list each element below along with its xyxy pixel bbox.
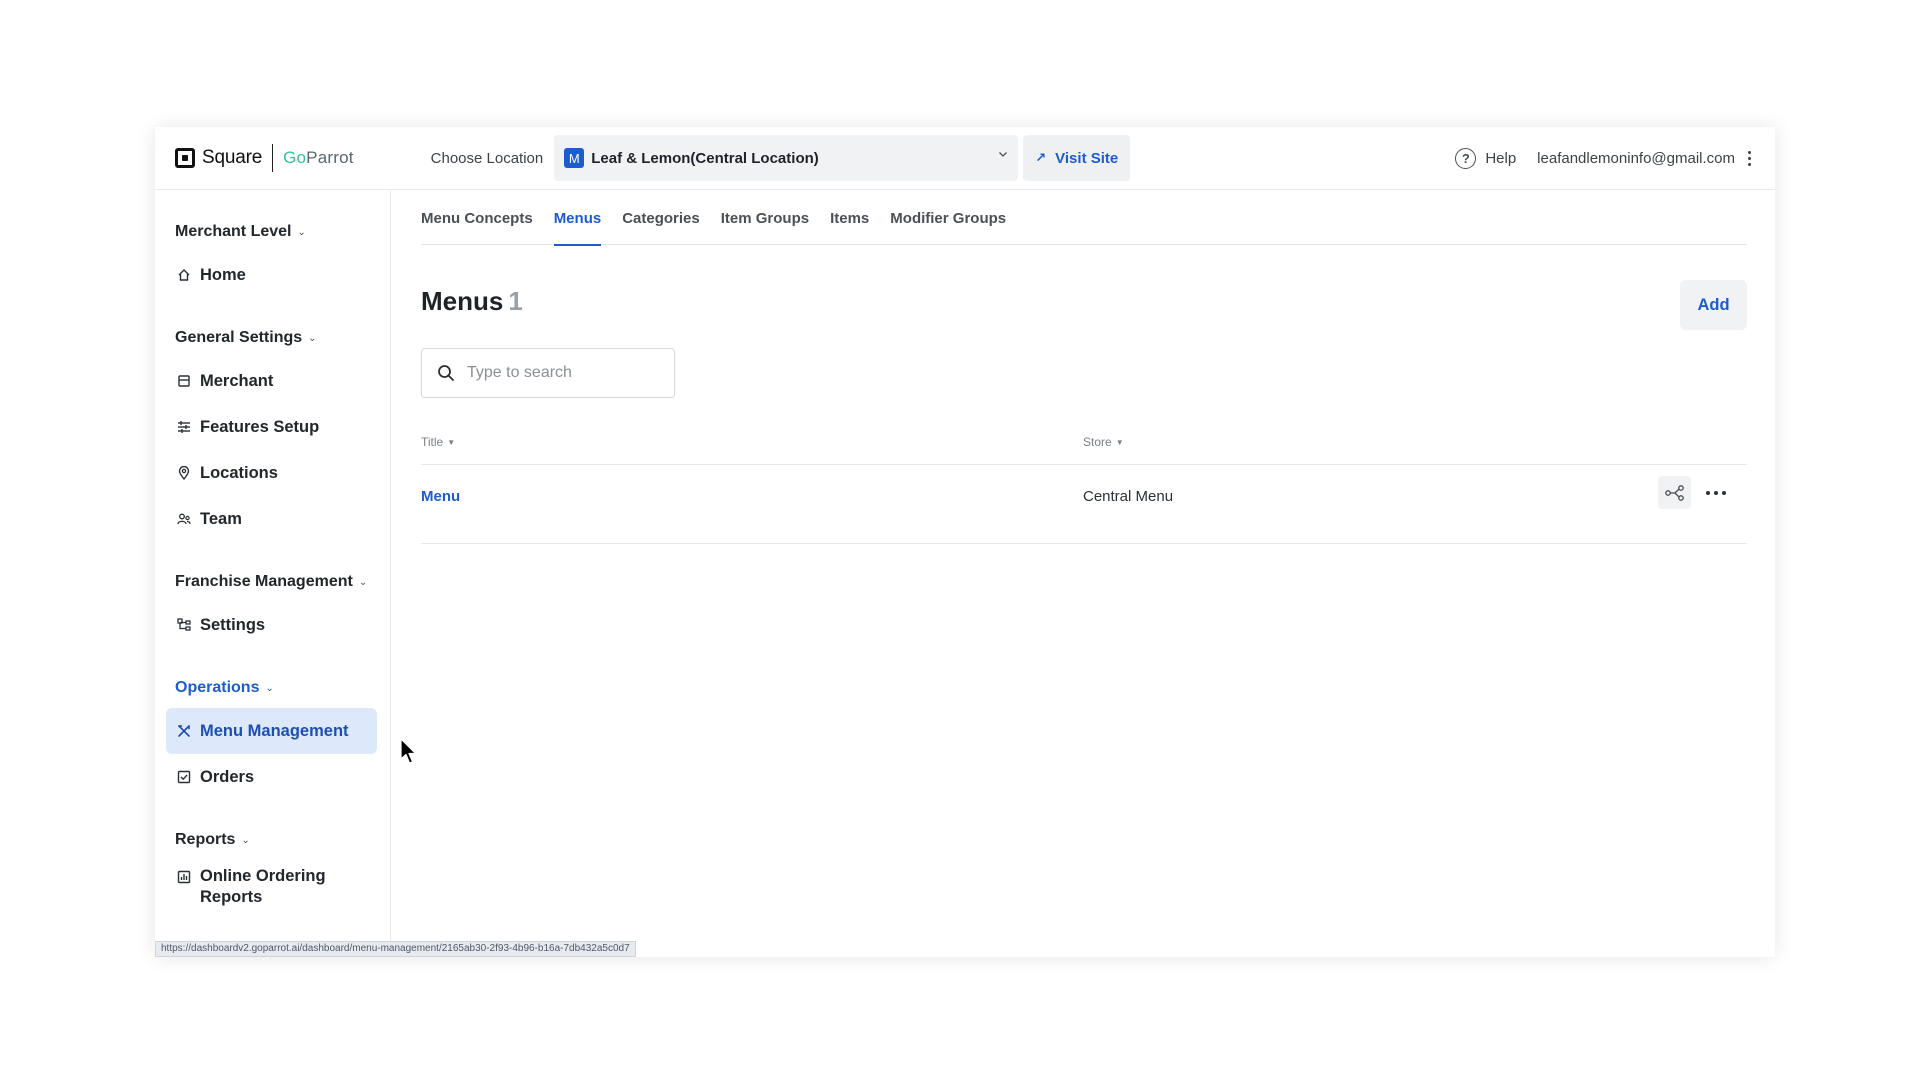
page-title: Menus 1 [421, 286, 523, 316]
visit-site-label: Visit Site [1055, 149, 1119, 167]
menu-store: Central Menu [1083, 488, 1174, 505]
checkbox-icon [175, 768, 193, 786]
team-icon [175, 510, 193, 528]
column-header-title[interactable]: Title ▼ [421, 435, 455, 449]
sidebar-item-label: Home [200, 265, 246, 284]
share-icon [1664, 484, 1684, 501]
brand-divider [272, 144, 274, 172]
table-header-divider [421, 464, 1747, 465]
sidebar-item-label: Settings [200, 615, 266, 634]
chevron-down-icon: ⌄ [358, 576, 368, 588]
brand-logo[interactable]: Square GoParrot [175, 144, 354, 172]
top-right-actions: ? Help leafandlemoninfo@gmail.com [1455, 127, 1751, 190]
sidebar-item-menu-management[interactable]: Menu Management [166, 708, 377, 754]
sidebar-item-settings[interactable]: Settings [166, 602, 377, 648]
share-button[interactable] [1658, 476, 1691, 509]
main-content: Menu Concepts Menus Categories Item Grou… [421, 191, 1747, 957]
item-count: 1 [508, 286, 523, 316]
hierarchy-icon [175, 616, 193, 634]
mouse-cursor-icon [400, 738, 417, 764]
location-name: Leaf & Lemon(Central Location) [591, 149, 819, 167]
utensils-icon [175, 722, 193, 740]
sidebar-item-online-ordering-reports[interactable]: Online Ordering Reports [166, 860, 377, 910]
section-merchant-level[interactable]: Merchant Level ⌄ [175, 223, 306, 241]
sidebar-item-merchant[interactable]: Merchant [166, 358, 377, 404]
home-icon [175, 266, 193, 284]
sidebar-item-locations[interactable]: Locations [166, 450, 377, 496]
sort-icon: ▼ [447, 437, 456, 447]
section-franchise-management[interactable]: Franchise Management ⌄ [175, 573, 367, 591]
column-header-store[interactable]: Store ▼ [1083, 435, 1124, 449]
sidebar-item-home[interactable]: Home [166, 252, 377, 298]
report-icon [175, 868, 193, 886]
chevron-down-icon: ⌄ [241, 834, 250, 846]
location-select[interactable]: M Leaf & Lemon(Central Location) [554, 135, 1019, 181]
chevron-down-icon: ⌄ [265, 682, 274, 694]
sidebar-item-label: Online Ordering Reports [200, 867, 326, 906]
square-logo-icon [175, 148, 195, 168]
more-options-icon[interactable] [1699, 476, 1732, 509]
sidebar-item-label: Team [200, 509, 242, 528]
top-bar: Square GoParrot Choose Location M Leaf &… [155, 127, 1775, 190]
sidebar-item-label: Merchant [200, 371, 274, 390]
square-logo-text: Square [202, 147, 263, 168]
search-icon [438, 365, 454, 381]
user-email[interactable]: leafandlemoninfo@gmail.com [1537, 150, 1735, 167]
goparrot-logo-text: GoParrot [283, 148, 354, 167]
sidebar-item-team[interactable]: Team [166, 496, 377, 542]
sidebar-item-label: Orders [200, 767, 255, 786]
section-reports[interactable]: Reports ⌄ [175, 831, 250, 849]
sidebar-item-label: Locations [200, 463, 278, 482]
sidebar-item-label: Menu Management [200, 721, 349, 740]
account-menu-icon[interactable] [1747, 151, 1751, 166]
location-pin-icon [175, 464, 193, 482]
choose-location-label: Choose Location [430, 149, 544, 167]
sliders-icon [175, 418, 193, 436]
sidebar-item-orders[interactable]: Orders [166, 754, 377, 800]
visit-site-button[interactable]: ↗ Visit Site [1023, 135, 1131, 181]
status-bar-url: https://dashboardv2.goparrot.ai/dashboar… [155, 941, 636, 957]
sidebar: Merchant Level ⌄ Home General Settings ⌄ M… [155, 191, 391, 957]
sidebar-item-features-setup[interactable]: Features Setup [166, 404, 377, 450]
location-badge: M [564, 148, 585, 168]
tab-menu-concepts[interactable]: Menu Concepts [421, 191, 533, 245]
external-arrow-icon: ↗ [1035, 150, 1047, 165]
section-operations[interactable]: Operations ⌄ [175, 679, 274, 697]
app-window: Square GoParrot Choose Location M Leaf &… [155, 127, 1775, 957]
search-box[interactable] [421, 348, 675, 398]
tab-modifier-groups[interactable]: Modifier Groups [890, 191, 1006, 245]
chevron-down-icon [999, 152, 1008, 157]
tab-menus[interactable]: Menus [553, 191, 601, 246]
chevron-down-icon: ⌄ [297, 226, 306, 238]
table-row-divider [421, 543, 1747, 544]
tab-categories[interactable]: Categories [622, 191, 700, 245]
search-input[interactable] [467, 364, 657, 382]
help-icon[interactable]: ? [1455, 148, 1477, 169]
menu-title-link[interactable]: Menu [421, 488, 460, 505]
chevron-down-icon: ⌄ [308, 332, 317, 344]
help-link[interactable]: Help [1485, 150, 1516, 167]
section-general-settings[interactable]: General Settings ⌄ [175, 329, 317, 347]
add-button[interactable]: Add [1680, 280, 1747, 330]
tab-bar: Menu Concepts Menus Categories Item Grou… [421, 191, 1747, 246]
tab-items[interactable]: Items [830, 191, 869, 245]
tab-item-groups[interactable]: Item Groups [721, 191, 809, 245]
store-icon [175, 372, 193, 390]
sort-icon: ▼ [1115, 437, 1124, 447]
sidebar-item-label: Features Setup [200, 417, 320, 436]
